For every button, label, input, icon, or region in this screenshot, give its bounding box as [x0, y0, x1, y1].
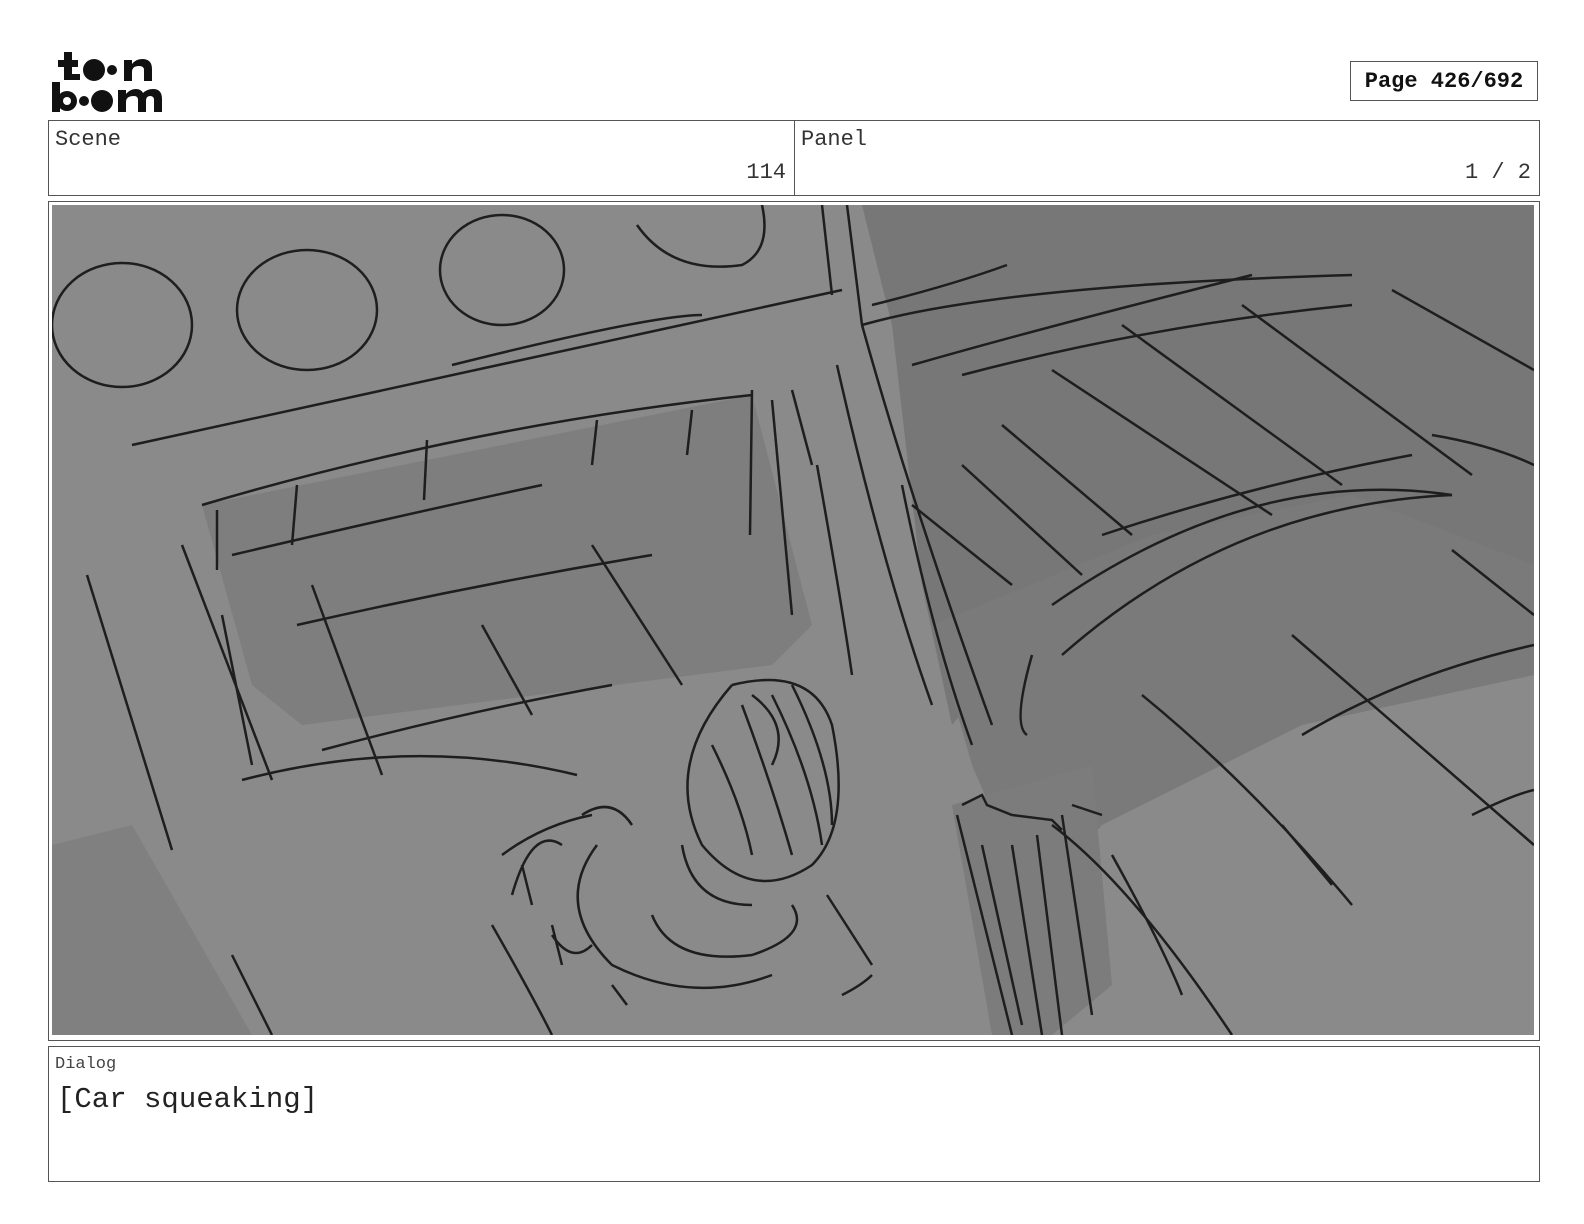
dialog-box: Dialog [Car squeaking]: [48, 1046, 1540, 1182]
storyboard-frame: [48, 201, 1540, 1041]
car-interior-sketch-icon: [52, 205, 1534, 1035]
scene-number: 114: [746, 160, 786, 185]
panel-number: 1 / 2: [1464, 160, 1531, 185]
panel-cell: Panel 1 / 2: [794, 120, 1540, 196]
dialog-text: [Car squeaking]: [57, 1083, 319, 1116]
page-number: Page 426/692: [1350, 61, 1538, 101]
scene-label: Scene: [55, 127, 122, 152]
panel-label: Panel: [801, 127, 868, 152]
dialog-label: Dialog: [55, 1055, 117, 1074]
scene-cell: Scene 114: [48, 120, 795, 196]
toon-boom-logo: [52, 52, 162, 112]
